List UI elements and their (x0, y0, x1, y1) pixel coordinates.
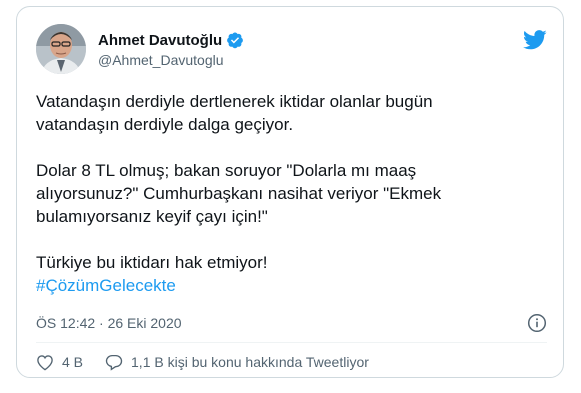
author-display-name[interactable]: Ahmet Davutoğlu (98, 32, 222, 49)
author-block[interactable]: Ahmet Davutoğlu @Ahmet_Davutoglu (98, 30, 244, 68)
tweet-meta: ÖS 12:42 · 26 Eki 2020 (36, 313, 547, 335)
tweet-card[interactable]: Ahmet Davutoğlu @Ahmet_Davutoglu Vatanda… (16, 6, 564, 378)
tweet-paragraph: Dolar 8 TL olmuş; bakan soruyor "Dolarla… (36, 161, 442, 226)
twitter-bird-icon[interactable] (523, 30, 547, 50)
verified-badge-icon (226, 31, 244, 49)
like-count: 4 B (62, 354, 84, 370)
divider (36, 342, 547, 343)
info-icon[interactable] (527, 313, 547, 333)
reply-summary: 1,1 B kişi bu konu hakkında Tweetliyor (131, 354, 369, 370)
avatar[interactable] (36, 24, 86, 74)
comment-bubble-icon (105, 353, 123, 371)
tweet-timestamp[interactable]: ÖS 12:42 · 26 Eki 2020 (36, 315, 182, 331)
like-button[interactable]: 4 B (36, 354, 83, 371)
tweet-header: Ahmet Davutoğlu @Ahmet_Davutoglu (36, 24, 547, 74)
tweet-actions: 4 B 1,1 B kişi bu konu hakkında Tweetliy… (36, 351, 547, 373)
tweet-text: Vatandaşın derdiyle dertlenerek iktidar … (36, 90, 536, 297)
heart-icon (36, 354, 54, 371)
tweet-paragraph: Türkiye bu iktidarı hak etmiyor! (36, 253, 268, 272)
reply-conversation-link[interactable]: 1,1 B kişi bu konu hakkında Tweetliyor (105, 353, 369, 371)
author-handle[interactable]: @Ahmet_Davutoglu (98, 52, 244, 68)
tweet-paragraph: Vatandaşın derdiyle dertlenerek iktidar … (36, 92, 433, 134)
hashtag-link[interactable]: #ÇözümGelecekte (36, 276, 176, 295)
